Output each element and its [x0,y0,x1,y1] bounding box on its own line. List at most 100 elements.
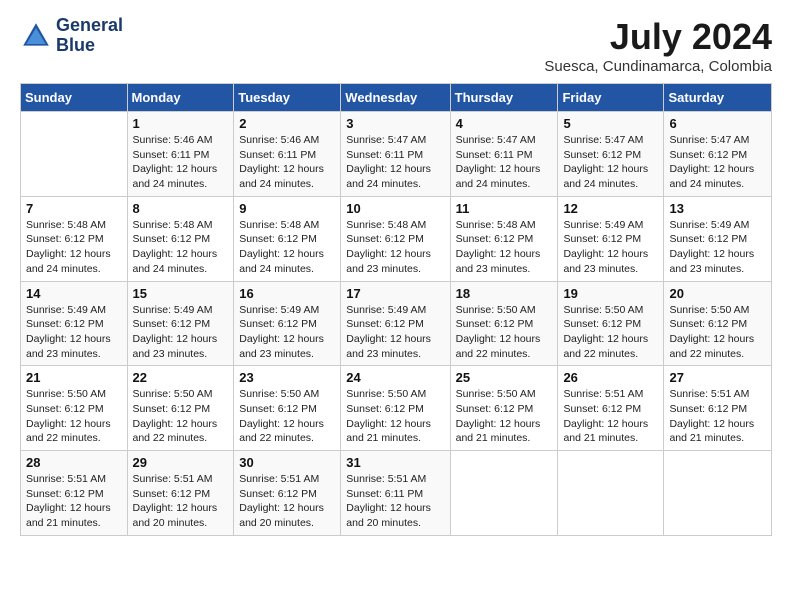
day-number: 11 [456,201,553,216]
day-cell: 13Sunrise: 5:49 AM Sunset: 6:12 PM Dayli… [664,196,772,281]
day-number: 18 [456,286,553,301]
day-info: Sunrise: 5:48 AM Sunset: 6:12 PM Dayligh… [346,218,444,277]
day-cell: 21Sunrise: 5:50 AM Sunset: 6:12 PM Dayli… [21,366,128,451]
day-cell: 7 Sunrise: 5:48 AM Sunset: 6:12 PM Daylig… [21,196,128,281]
day-info: Sunrise: 5:50 AM Sunset: 6:12 PM Dayligh… [669,303,766,362]
day-info: Sunrise: 5:51 AM Sunset: 6:12 PM Dayligh… [133,472,229,531]
page-header: General Blue July 2024 Suesca, Cundinama… [20,16,772,75]
week-row: 1 Sunrise: 5:46 AM Sunset: 6:11 PM Daylig… [21,112,772,197]
day-number: 4 [456,116,553,131]
day-cell: 31 Sunrise: 5:51 AM Sunset: 6:11 PM Dayli… [341,451,450,536]
day-cell: 2 Sunrise: 5:46 AM Sunset: 6:11 PM Daylig… [234,112,341,197]
day-number: 28 [26,455,122,470]
day-number: 5 [563,116,658,131]
day-info: Sunrise: 5:50 AM Sunset: 6:12 PM Dayligh… [456,387,553,446]
day-info: Sunrise: 5:50 AM Sunset: 6:12 PM Dayligh… [563,303,658,362]
day-info: Sunrise: 5:50 AM Sunset: 6:12 PM Dayligh… [346,387,444,446]
day-number: 25 [456,370,553,385]
day-cell: 15 Sunrise: 5:49 AM Sunset: 6:12 PM Dayli… [127,281,234,366]
day-info: Sunrise: 5:47 AM Sunset: 6:12 PM Dayligh… [563,133,658,192]
day-cell: 25 Sunrise: 5:50 AM Sunset: 6:12 PM Dayli… [450,366,558,451]
day-info: Sunrise: 5:48 AM Sunset: 6:12 PM Dayligh… [239,218,335,277]
header-cell-friday: Friday [558,84,664,112]
day-number: 6 [669,116,766,131]
header-cell-monday: Monday [127,84,234,112]
week-row: 28 Sunrise: 5:51 AM Sunset: 6:12 PM Dayli… [21,451,772,536]
day-info: Sunrise: 5:49 AM Sunset: 6:12 PM Dayligh… [26,303,122,362]
day-cell: 18 Sunrise: 5:50 AM Sunset: 6:12 PM Dayli… [450,281,558,366]
calendar-table: SundayMondayTuesdayWednesdayThursdayFrid… [20,83,772,536]
day-number: 24 [346,370,444,385]
day-number: 15 [133,286,229,301]
day-number: 19 [563,286,658,301]
day-cell: 26Sunrise: 5:51 AM Sunset: 6:12 PM Dayli… [558,366,664,451]
day-cell: 3Sunrise: 5:47 AM Sunset: 6:11 PM Daylig… [341,112,450,197]
header-cell-tuesday: Tuesday [234,84,341,112]
month-year-title: July 2024 [544,16,772,58]
day-number: 30 [239,455,335,470]
day-cell: 4 Sunrise: 5:47 AM Sunset: 6:11 PM Daylig… [450,112,558,197]
day-info: Sunrise: 5:49 AM Sunset: 6:12 PM Dayligh… [133,303,229,362]
day-cell: 22 Sunrise: 5:50 AM Sunset: 6:12 PM Dayli… [127,366,234,451]
day-cell: 1Sunrise: 5:46 AM Sunset: 6:11 PM Daylig… [127,112,234,197]
day-cell: 28 Sunrise: 5:51 AM Sunset: 6:12 PM Dayli… [21,451,128,536]
day-info: Sunrise: 5:49 AM Sunset: 6:12 PM Dayligh… [239,303,335,362]
day-info: Sunrise: 5:48 AM Sunset: 6:12 PM Dayligh… [133,218,229,277]
day-info: Sunrise: 5:51 AM Sunset: 6:12 PM Dayligh… [239,472,335,531]
day-number: 17 [346,286,444,301]
day-number: 10 [346,201,444,216]
day-number: 2 [239,116,335,131]
day-cell: 29 Sunrise: 5:51 AM Sunset: 6:12 PM Dayli… [127,451,234,536]
day-number: 22 [133,370,229,385]
day-cell: 30 Sunrise: 5:51 AM Sunset: 6:12 PM Dayli… [234,451,341,536]
week-row: 7 Sunrise: 5:48 AM Sunset: 6:12 PM Daylig… [21,196,772,281]
day-info: Sunrise: 5:51 AM Sunset: 6:11 PM Dayligh… [346,472,444,531]
location-subtitle: Suesca, Cundinamarca, Colombia [544,58,772,75]
day-cell: 24 Sunrise: 5:50 AM Sunset: 6:12 PM Dayli… [341,366,450,451]
day-cell: 9Sunrise: 5:48 AM Sunset: 6:12 PM Daylig… [234,196,341,281]
day-number: 31 [346,455,444,470]
day-number: 8 [133,201,229,216]
day-cell: 8 Sunrise: 5:48 AM Sunset: 6:12 PM Daylig… [127,196,234,281]
day-cell: 19 Sunrise: 5:50 AM Sunset: 6:12 PM Dayli… [558,281,664,366]
day-cell: 11 Sunrise: 5:48 AM Sunset: 6:12 PM Dayli… [450,196,558,281]
day-info: Sunrise: 5:49 AM Sunset: 6:12 PM Dayligh… [669,218,766,277]
header-cell-saturday: Saturday [664,84,772,112]
logo-text: General Blue [56,16,123,56]
day-cell: 16 Sunrise: 5:49 AM Sunset: 6:12 PM Dayli… [234,281,341,366]
day-info: Sunrise: 5:50 AM Sunset: 6:12 PM Dayligh… [133,387,229,446]
day-cell: 12 Sunrise: 5:49 AM Sunset: 6:12 PM Dayli… [558,196,664,281]
day-number: 23 [239,370,335,385]
day-cell: 20 Sunrise: 5:50 AM Sunset: 6:12 PM Dayli… [664,281,772,366]
day-info: Sunrise: 5:47 AM Sunset: 6:11 PM Dayligh… [456,133,553,192]
week-row: 21 Sunrise: 5:50 AM Sunset: 6:12 PM Dayli… [21,366,772,451]
header-cell-thursday: Thursday [450,84,558,112]
day-cell [21,112,128,197]
day-number: 7 [26,201,122,216]
day-cell: 27Sunrise: 5:51 AM Sunset: 6:12 PM Dayli… [664,366,772,451]
day-number: 1 [133,116,229,131]
logo: General Blue [20,16,123,56]
day-info: Sunrise: 5:47 AM Sunset: 6:11 PM Dayligh… [346,133,444,192]
header-row: SundayMondayTuesdayWednesdayThursdayFrid… [21,84,772,112]
day-info: Sunrise: 5:48 AM Sunset: 6:12 PM Dayligh… [26,218,122,277]
day-number: 29 [133,455,229,470]
day-info: Sunrise: 5:50 AM Sunset: 6:12 PM Dayligh… [456,303,553,362]
day-number: 14 [26,286,122,301]
day-number: 12 [563,201,658,216]
day-cell: 14 Sunrise: 5:49 AM Sunset: 6:12 PM Dayli… [21,281,128,366]
day-info: Sunrise: 5:51 AM Sunset: 6:12 PM Dayligh… [26,472,122,531]
day-cell: 17 Sunrise: 5:49 AM Sunset: 6:12 PM Dayli… [341,281,450,366]
day-info: Sunrise: 5:47 AM Sunset: 6:12 PM Dayligh… [669,133,766,192]
day-cell: 6 Sunrise: 5:47 AM Sunset: 6:12 PM Daylig… [664,112,772,197]
day-info: Sunrise: 5:46 AM Sunset: 6:11 PM Dayligh… [239,133,335,192]
day-number: 16 [239,286,335,301]
day-info: Sunrise: 5:49 AM Sunset: 6:12 PM Dayligh… [563,218,658,277]
day-number: 26 [563,370,658,385]
day-cell [450,451,558,536]
day-number: 20 [669,286,766,301]
day-info: Sunrise: 5:48 AM Sunset: 6:12 PM Dayligh… [456,218,553,277]
day-info: Sunrise: 5:49 AM Sunset: 6:12 PM Dayligh… [346,303,444,362]
day-info: Sunrise: 5:50 AM Sunset: 6:12 PM Dayligh… [239,387,335,446]
day-number: 21 [26,370,122,385]
